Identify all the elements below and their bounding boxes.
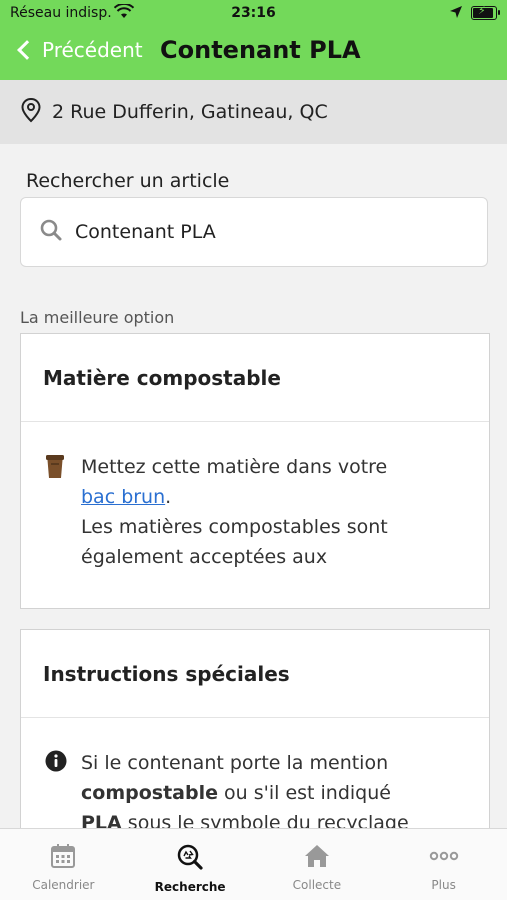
status-bar: Réseau indisp. 23:16 ⚡ xyxy=(0,0,507,26)
tab-recherche[interactable]: Recherche xyxy=(127,829,254,900)
address-bar[interactable]: 2 Rue Dufferin, Gatineau, QC xyxy=(0,80,507,144)
chevron-left-icon xyxy=(17,40,37,60)
navigation-bar: Précédent Contenant PLA xyxy=(0,26,507,80)
disposal-body: Mettez cette matière dans votre bac brun… xyxy=(21,422,489,572)
tab-bar: Calendrier Recherche Collecte Plus xyxy=(0,828,507,900)
clock: 23:16 xyxy=(231,5,276,21)
tab-label: Recherche xyxy=(154,880,226,894)
address-text: 2 Rue Dufferin, Gatineau, QC xyxy=(52,101,328,123)
disposal-title: Matière compostable xyxy=(21,334,489,422)
tab-plus[interactable]: Plus xyxy=(380,829,507,900)
tab-label: Plus xyxy=(431,878,456,892)
back-button[interactable]: Précédent xyxy=(14,38,143,62)
info-icon xyxy=(45,750,67,781)
search-value: Contenant PLA xyxy=(75,221,216,243)
disposal-text-4: également acceptées aux xyxy=(81,546,328,568)
location-arrow-icon xyxy=(449,5,463,23)
instruction-line-2: ou s'il est indiqué xyxy=(217,782,391,804)
page-title: Contenant PLA xyxy=(160,36,361,64)
search-icon xyxy=(39,218,63,247)
more-icon xyxy=(429,843,459,872)
tab-calendrier[interactable]: Calendrier xyxy=(0,829,127,900)
back-label: Précédent xyxy=(42,38,143,62)
disposal-text-3: Les matières compostables sont xyxy=(81,516,388,538)
special-instructions-title: Instructions spéciales xyxy=(21,630,489,718)
special-instructions-body: Si le contenant porte la mention compost… xyxy=(21,718,489,838)
instruction-line-1: Si le contenant porte la mention xyxy=(81,752,389,774)
battery-icon: ⚡ xyxy=(471,4,500,20)
instruction-bold-1: compostable xyxy=(81,782,218,804)
best-option-label: La meilleure option xyxy=(20,308,175,327)
tab-label: Calendrier xyxy=(32,878,95,892)
search-label: Rechercher un article xyxy=(26,170,230,192)
tab-collecte[interactable]: Collecte xyxy=(254,829,381,900)
search-input[interactable]: Contenant PLA xyxy=(20,197,488,267)
calendar-icon xyxy=(50,843,76,872)
tab-label: Collecte xyxy=(292,878,342,892)
disposal-text-period: . xyxy=(165,486,172,508)
brown-bin-link[interactable]: bac brun xyxy=(81,486,165,508)
brown-bin-icon xyxy=(45,454,65,489)
disposal-card: Matière compostable Mettez cette matière… xyxy=(20,333,490,609)
disposal-text-1: Mettez cette matière dans votre xyxy=(81,456,388,478)
home-icon xyxy=(303,843,331,872)
search-recycle-icon xyxy=(176,843,204,874)
map-pin-icon xyxy=(20,97,42,128)
